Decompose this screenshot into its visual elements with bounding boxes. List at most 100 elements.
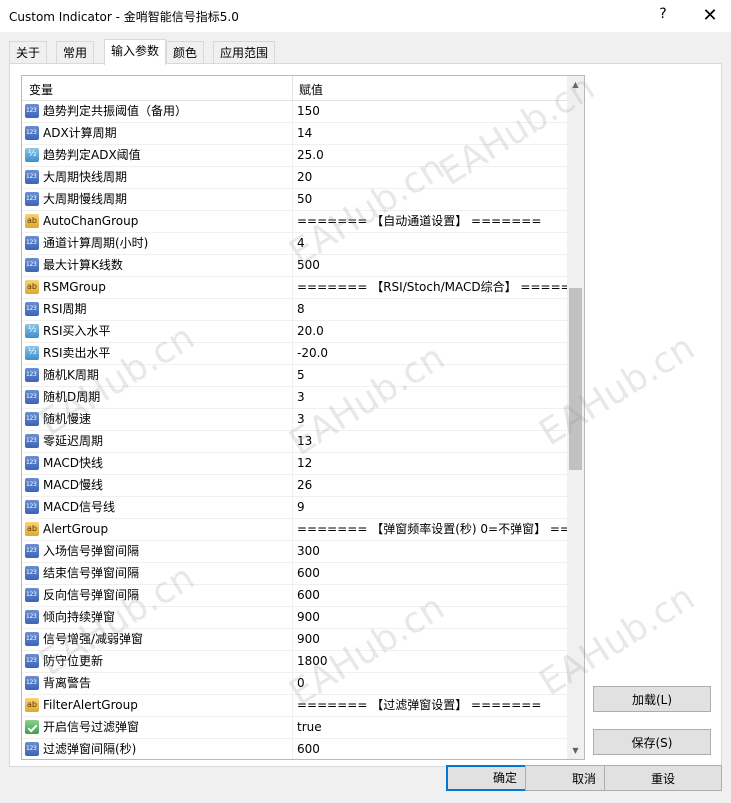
value-cell[interactable]: 1800 [297, 651, 567, 672]
table-row[interactable]: MACD慢线 26 [22, 475, 567, 497]
variable-cell[interactable]: 倾向持续弹窗 [22, 607, 292, 628]
variable-cell[interactable]: AutoChanGroup [22, 211, 292, 232]
value-cell[interactable]: ======= 【弹窗频率设置(秒) 0=不弹窗】 ==?... [297, 519, 567, 540]
table-row[interactable]: AutoChanGroup ======= 【自动通道设置】 ======= [22, 211, 567, 233]
table-row[interactable]: 趋势判定ADX阈值 25.0 [22, 145, 567, 167]
table-row[interactable]: 趋势判定共振阈值（备用） 150 [22, 101, 567, 123]
variable-cell[interactable]: 随机D周期 [22, 387, 292, 408]
value-cell[interactable]: 9 [297, 497, 567, 518]
table-row[interactable]: 大周期慢线周期 50 [22, 189, 567, 211]
table-row[interactable]: 倾向持续弹窗 900 [22, 607, 567, 629]
table-row[interactable]: 零延迟周期 13 [22, 431, 567, 453]
table-row[interactable]: 入场信号弹窗间隔 300 [22, 541, 567, 563]
table-row[interactable]: 结束信号弹窗间隔 600 [22, 563, 567, 585]
variable-cell[interactable]: 结束信号弹窗间隔 [22, 563, 292, 584]
variable-cell[interactable]: FilterAlertGroup [22, 695, 292, 716]
table-row[interactable]: 信号增强/减弱弹窗 900 [22, 629, 567, 651]
variable-cell[interactable]: ADX计算周期 [22, 123, 292, 144]
table-row[interactable]: ADX计算周期 14 [22, 123, 567, 145]
variable-cell[interactable]: MACD信号线 [22, 497, 292, 518]
column-divider[interactable] [292, 76, 293, 100]
variable-cell[interactable]: MACD快线 [22, 453, 292, 474]
variable-cell[interactable]: RSI买入水平 [22, 321, 292, 342]
table-row[interactable]: AlertGroup ======= 【弹窗频率设置(秒) 0=不弹窗】 ==?.… [22, 519, 567, 541]
value-cell[interactable]: 0 [297, 673, 567, 694]
table-row[interactable]: MACD快线 12 [22, 453, 567, 475]
variable-cell[interactable]: 开启信号过滤弹窗 [22, 717, 292, 738]
variable-cell[interactable]: AlertGroup [22, 519, 292, 540]
variable-cell[interactable]: 零延迟周期 [22, 431, 292, 452]
help-button[interactable]: ? [651, 6, 675, 26]
table-row[interactable]: 大周期快线周期 20 [22, 167, 567, 189]
variable-cell[interactable]: 通道计算周期(小时) [22, 233, 292, 254]
table-row[interactable]: 反向信号弹窗间隔 600 [22, 585, 567, 607]
variable-cell[interactable]: 背离警告 [22, 673, 292, 694]
value-cell[interactable]: true [297, 717, 567, 738]
scroll-up-arrow-icon[interactable]: ▲ [567, 76, 584, 93]
value-cell[interactable]: 500 [297, 255, 567, 276]
value-cell[interactable]: 26 [297, 475, 567, 496]
column-header-value[interactable]: 赋值 [299, 81, 323, 98]
variable-cell[interactable]: 信号增强/减弱弹窗 [22, 629, 292, 650]
value-cell[interactable]: ======= 【RSI/Stoch/MACD综合】 ======= [297, 277, 567, 298]
value-cell[interactable]: 14 [297, 123, 567, 144]
vertical-scrollbar[interactable]: ▲ ▼ [567, 76, 584, 759]
variable-cell[interactable]: 大周期快线周期 [22, 167, 292, 188]
table-row[interactable]: 背离警告 0 [22, 673, 567, 695]
variable-cell[interactable]: 入场信号弹窗间隔 [22, 541, 292, 562]
variable-cell[interactable]: RSMGroup [22, 277, 292, 298]
tab-scope[interactable]: 应用范围 [213, 41, 276, 64]
variable-cell[interactable]: 趋势判定共振阈值（备用） [22, 101, 292, 122]
tab-colors[interactable]: 颜色 [166, 41, 205, 64]
variable-cell[interactable]: 过滤弹窗间隔(秒) [22, 739, 292, 759]
value-cell[interactable]: -20.0 [297, 343, 567, 364]
table-row[interactable]: RSI卖出水平 -20.0 [22, 343, 567, 365]
value-cell[interactable]: 8 [297, 299, 567, 320]
tab-inputs[interactable]: 输入参数 [104, 39, 167, 65]
column-header-variable[interactable]: 变量 [29, 81, 53, 98]
value-cell[interactable]: 300 [297, 541, 567, 562]
table-row[interactable]: 随机D周期 3 [22, 387, 567, 409]
table-row[interactable]: RSMGroup ======= 【RSI/Stoch/MACD综合】 =====… [22, 277, 567, 299]
variable-cell[interactable]: RSI卖出水平 [22, 343, 292, 364]
value-cell[interactable]: 20 [297, 167, 567, 188]
variable-cell[interactable]: 随机慢速 [22, 409, 292, 430]
table-row[interactable]: RSI周期 8 [22, 299, 567, 321]
variable-cell[interactable]: 趋势判定ADX阈值 [22, 145, 292, 166]
value-cell[interactable]: 5 [297, 365, 567, 386]
value-cell[interactable]: 50 [297, 189, 567, 210]
scroll-down-arrow-icon[interactable]: ▼ [567, 742, 584, 759]
table-row[interactable]: 随机慢速 3 [22, 409, 567, 431]
load-button[interactable]: 加载(L) [593, 686, 711, 712]
value-cell[interactable]: 600 [297, 585, 567, 606]
value-cell[interactable]: 600 [297, 563, 567, 584]
value-cell[interactable]: 3 [297, 409, 567, 430]
value-cell[interactable]: ======= 【自动通道设置】 ======= [297, 211, 567, 232]
variable-cell[interactable]: 随机K周期 [22, 365, 292, 386]
table-row[interactable]: 过滤弹窗间隔(秒) 600 [22, 739, 567, 759]
variable-cell[interactable]: 最大计算K线数 [22, 255, 292, 276]
table-row[interactable]: 随机K周期 5 [22, 365, 567, 387]
table-row[interactable]: 通道计算周期(小时) 4 [22, 233, 567, 255]
value-cell[interactable]: 150 [297, 101, 567, 122]
value-cell[interactable]: 900 [297, 607, 567, 628]
value-cell[interactable]: 600 [297, 739, 567, 759]
variable-cell[interactable]: 防守位更新 [22, 651, 292, 672]
value-cell[interactable]: 20.0 [297, 321, 567, 342]
value-cell[interactable]: 12 [297, 453, 567, 474]
value-cell[interactable]: 4 [297, 233, 567, 254]
variable-cell[interactable]: MACD慢线 [22, 475, 292, 496]
table-row[interactable]: 最大计算K线数 500 [22, 255, 567, 277]
reset-button[interactable]: 重设 [604, 765, 722, 791]
table-row[interactable]: 开启信号过滤弹窗 true [22, 717, 567, 739]
variable-cell[interactable]: 反向信号弹窗间隔 [22, 585, 292, 606]
value-cell[interactable]: 3 [297, 387, 567, 408]
variable-cell[interactable]: 大周期慢线周期 [22, 189, 292, 210]
variable-cell[interactable]: RSI周期 [22, 299, 292, 320]
close-button[interactable]: ✕ [697, 4, 723, 28]
table-row[interactable]: MACD信号线 9 [22, 497, 567, 519]
save-button[interactable]: 保存(S) [593, 729, 711, 755]
table-row[interactable]: 防守位更新 1800 [22, 651, 567, 673]
tab-about[interactable]: 关于 [9, 41, 48, 64]
value-cell[interactable]: 900 [297, 629, 567, 650]
